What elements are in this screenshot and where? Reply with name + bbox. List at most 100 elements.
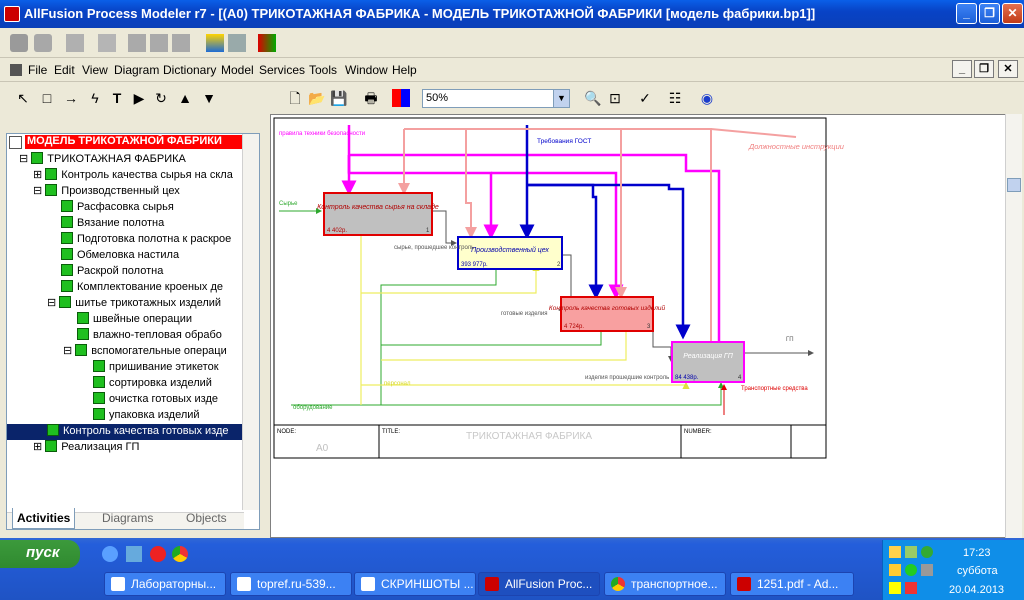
tree-item[interactable]: швейные операции bbox=[77, 312, 192, 328]
tray-icon[interactable] bbox=[905, 564, 917, 576]
tree-item[interactable]: Вязание полотна bbox=[61, 216, 164, 232]
chevron-down-icon[interactable]: ▼ bbox=[553, 90, 569, 107]
tab-diagrams[interactable]: Diagrams bbox=[98, 508, 157, 529]
arrow-tool-icon[interactable]: → bbox=[62, 89, 80, 107]
zoom-select[interactable]: 50% ▼ bbox=[422, 89, 570, 108]
frame-node-label: NODE: bbox=[277, 429, 296, 435]
taskbar-item[interactable]: 1251.pdf - Ad... bbox=[730, 572, 854, 596]
tree-item[interactable]: Подготовка полотна к раскрое bbox=[61, 232, 231, 248]
tree-item[interactable]: пришивание этикеток bbox=[93, 360, 219, 376]
mdi-restore-button[interactable]: ❐ bbox=[974, 60, 994, 78]
menu-model[interactable]: Model bbox=[221, 63, 254, 77]
undo-tool-icon[interactable]: ↻ bbox=[152, 89, 170, 107]
people-icon[interactable] bbox=[258, 34, 276, 52]
tray-icon[interactable] bbox=[905, 582, 917, 594]
menu-edit[interactable]: Edit bbox=[54, 63, 75, 77]
go-up-icon[interactable]: ▲ bbox=[176, 89, 194, 107]
tree-item[interactable]: ⊟ вспомогательные операци bbox=[63, 344, 227, 360]
clock-time[interactable]: 17:23 bbox=[963, 547, 991, 559]
tree-item[interactable]: влажно-тепловая обрабо bbox=[77, 328, 222, 344]
model-icon[interactable] bbox=[10, 34, 28, 52]
diagram-canvas[interactable]: Контроль качества сырья на складе 4 402р… bbox=[270, 114, 1022, 538]
tree-item[interactable]: ⊟ шитье трикотажных изделий bbox=[47, 296, 221, 312]
menu-view[interactable]: View bbox=[82, 63, 108, 77]
volume-icon[interactable] bbox=[889, 582, 901, 594]
session-icon[interactable] bbox=[34, 34, 52, 52]
scroll-thumb[interactable] bbox=[1007, 178, 1021, 192]
decompose-tool-icon[interactable]: ▶ bbox=[130, 89, 148, 107]
mdi-minimize-button[interactable]: _ bbox=[952, 60, 972, 78]
model-explorer-icon[interactable] bbox=[206, 34, 224, 52]
color-icon[interactable] bbox=[392, 89, 410, 107]
minimize-button[interactable]: _ bbox=[956, 3, 977, 24]
canvas-vertical-scrollbar[interactable] bbox=[1005, 114, 1022, 538]
close-button[interactable]: ✕ bbox=[1002, 3, 1023, 24]
chrome-icon[interactable] bbox=[172, 546, 188, 562]
maximize-button[interactable]: ❐ bbox=[979, 3, 1000, 24]
lock-icon[interactable] bbox=[66, 34, 84, 52]
save-icon[interactable]: 💾 bbox=[330, 89, 348, 107]
taskbar-item[interactable]: транспортное... bbox=[604, 572, 726, 596]
tree-item[interactable]: Обмеловка настила bbox=[61, 248, 179, 264]
taskbar-item[interactable]: Лабораторны... bbox=[104, 572, 226, 596]
zoom-fit-icon[interactable]: ⊡ bbox=[606, 89, 624, 107]
activity-icon bbox=[93, 392, 105, 404]
tray-icon[interactable] bbox=[889, 564, 901, 576]
tree-item[interactable]: Комплектование кроеных де bbox=[61, 280, 223, 296]
menu-file[interactable]: File bbox=[28, 63, 47, 77]
tree-item[interactable]: сортировка изделий bbox=[93, 376, 212, 392]
tree-item[interactable]: ⊞ Контроль качества сырья на скла bbox=[33, 168, 233, 184]
go-down-icon[interactable]: ▼ bbox=[200, 89, 218, 107]
tree-item[interactable]: ⊟ Производственный цех bbox=[33, 184, 180, 200]
box-4-label: Реализация ГП bbox=[683, 353, 734, 360]
taskbar-item-active[interactable]: AllFusion Proc... bbox=[478, 572, 600, 596]
tab-activities[interactable]: Activities bbox=[12, 508, 76, 529]
squiggle-tool-icon[interactable]: ϟ bbox=[86, 89, 104, 107]
menu-window[interactable]: Window bbox=[345, 63, 388, 77]
menu-services[interactable]: Services bbox=[259, 63, 305, 77]
user-icon[interactable] bbox=[128, 34, 146, 52]
model-explorer-toggle-icon[interactable]: ☷ bbox=[666, 89, 684, 107]
desktop-icon[interactable] bbox=[126, 546, 142, 562]
tab-objects[interactable]: Objects bbox=[182, 508, 231, 529]
text-tool-icon[interactable]: T bbox=[108, 89, 126, 107]
tree-item[interactable]: ⊟ ТРИКОТАЖНАЯ ФАБРИКА bbox=[19, 152, 186, 168]
tree-item[interactable]: Расфасовка сырья bbox=[61, 200, 174, 216]
new-icon[interactable]: 🗋 bbox=[286, 89, 304, 107]
activity-icon bbox=[47, 424, 59, 436]
report-icon[interactable] bbox=[98, 34, 116, 52]
menu-diagram[interactable]: Diagram bbox=[114, 63, 159, 77]
zoom-in-icon[interactable]: 🔍 bbox=[584, 89, 602, 107]
tree-item[interactable]: Раскрой полотна bbox=[61, 264, 163, 280]
tree-item-selected[interactable]: Контроль качества готовых изде bbox=[7, 424, 243, 440]
opera-icon[interactable] bbox=[150, 546, 166, 562]
root-node-icon[interactable] bbox=[9, 136, 22, 149]
tree-item[interactable]: ⊞ Реализация ГП bbox=[33, 440, 139, 456]
spell-check-icon[interactable]: ✓ bbox=[636, 89, 654, 107]
print-icon[interactable]: 🖶 bbox=[362, 89, 380, 107]
doc-icon[interactable] bbox=[10, 64, 22, 76]
taskbar-item[interactable]: СКРИНШОТЫ ... bbox=[354, 572, 476, 596]
pointer-tool-icon[interactable]: ↖ bbox=[14, 89, 32, 107]
mdi-close-button[interactable]: ✕ bbox=[998, 60, 1018, 78]
tree-item[interactable]: упаковка изделий bbox=[93, 408, 200, 424]
tree-item[interactable]: очистка готовых изде bbox=[93, 392, 218, 408]
globe-icon[interactable]: ◉ bbox=[698, 89, 716, 107]
tray-icon[interactable] bbox=[889, 546, 901, 558]
change-icon[interactable] bbox=[150, 34, 168, 52]
tray-icon[interactable] bbox=[905, 546, 917, 558]
tree-root[interactable]: МОДЕЛЬ ТРИКОТАЖНОЙ ФАБРИКИ bbox=[25, 135, 247, 149]
ie-icon[interactable] bbox=[102, 546, 118, 562]
tray-icon[interactable] bbox=[921, 564, 933, 576]
grid-icon[interactable] bbox=[172, 34, 190, 52]
box-tool-icon[interactable]: □ bbox=[38, 89, 56, 107]
tree-vertical-scrollbar[interactable] bbox=[242, 134, 259, 510]
menu-help[interactable]: Help bbox=[392, 63, 417, 77]
menu-dictionary[interactable]: Dictionary bbox=[163, 63, 216, 77]
open-icon[interactable]: 📂 bbox=[308, 89, 326, 107]
start-button[interactable]: пуск bbox=[0, 540, 80, 568]
tray-icon[interactable] bbox=[921, 546, 933, 558]
taskbar-item[interactable]: topref.ru-539... bbox=[230, 572, 352, 596]
wrench-icon[interactable] bbox=[228, 34, 246, 52]
menu-tools[interactable]: Tools bbox=[309, 63, 337, 77]
